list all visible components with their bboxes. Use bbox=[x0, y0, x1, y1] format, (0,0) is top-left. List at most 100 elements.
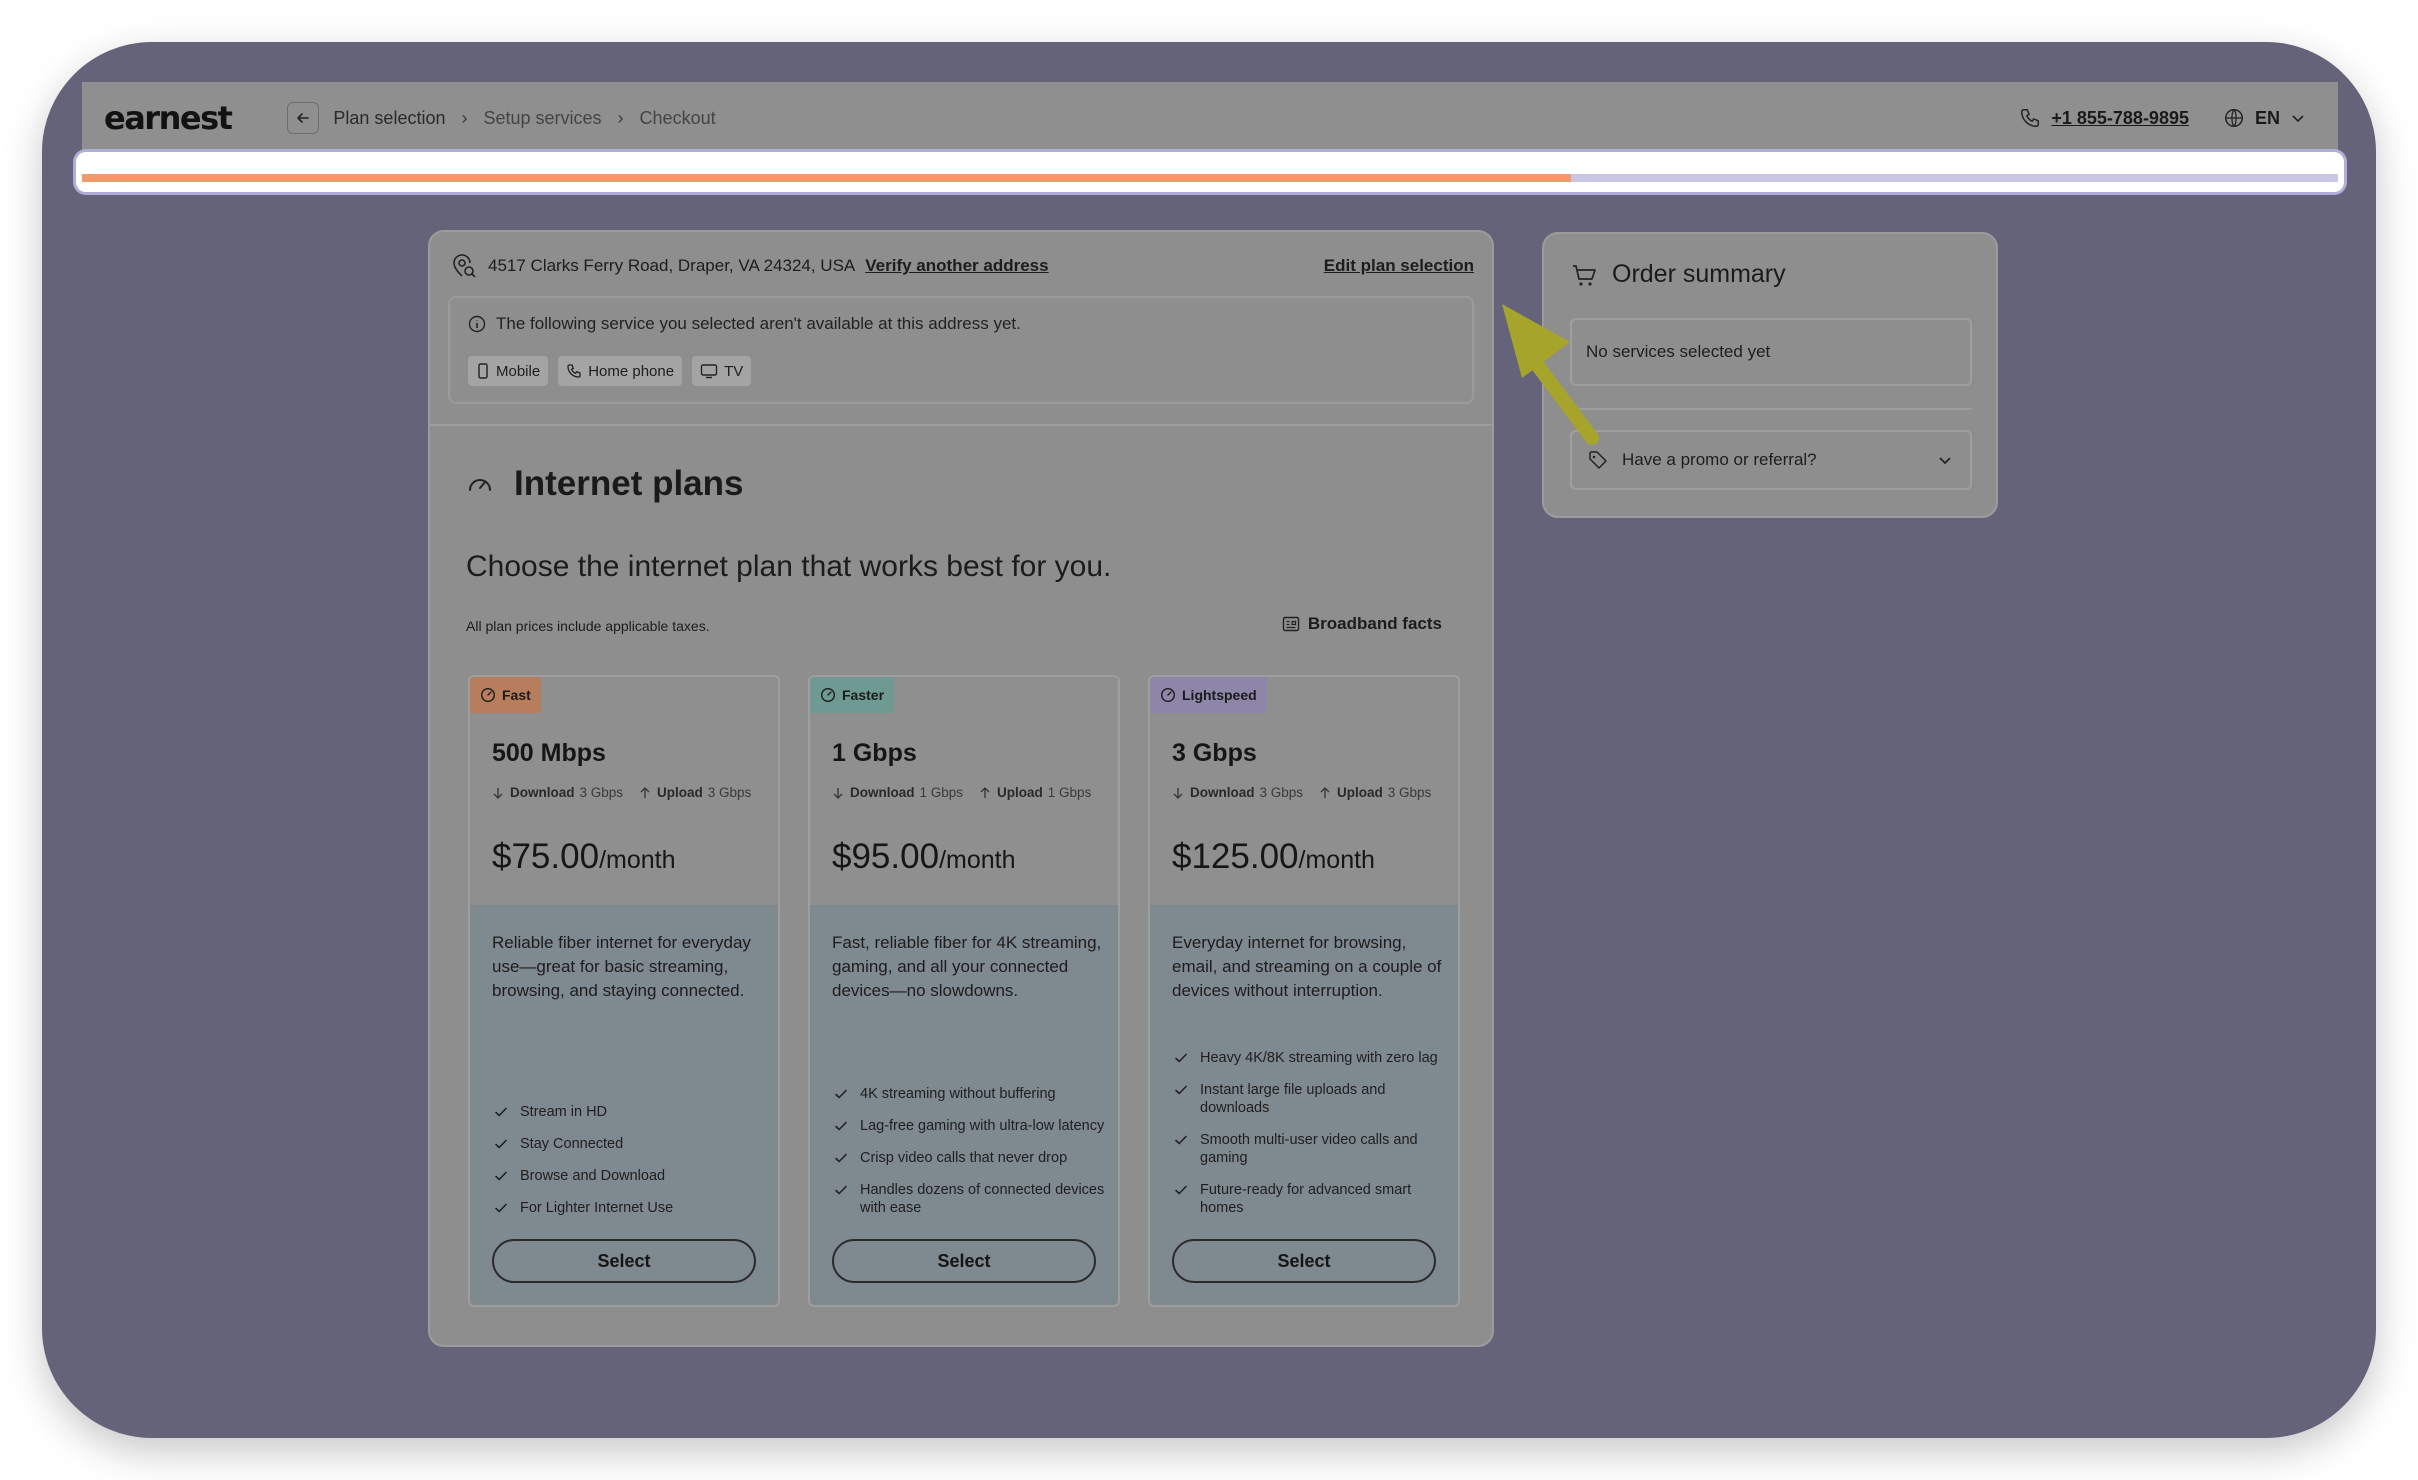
plan-speed: 3 Gbps bbox=[1172, 739, 1257, 767]
empty-cart-message: No services selected yet bbox=[1570, 318, 1972, 386]
back-button[interactable] bbox=[287, 102, 320, 134]
check-icon bbox=[495, 1139, 507, 1149]
plan-speeds: Download 3 Gbps Upload 3 Gbps bbox=[1172, 785, 1431, 800]
feature-item: Future-ready for advanced smart homes bbox=[1172, 1181, 1450, 1217]
mobile-icon bbox=[478, 363, 488, 379]
download-label: Download bbox=[510, 785, 575, 800]
phone-link[interactable]: +1 855-788-9895 bbox=[2019, 107, 2189, 129]
address-text: 4517 Clarks Ferry Road, Draper, VA 24324… bbox=[488, 256, 856, 275]
verify-address-link[interactable]: Verify another address bbox=[865, 256, 1048, 276]
notice-message: The following service you selected aren'… bbox=[468, 314, 1021, 334]
broadband-facts-link[interactable]: Broadband facts bbox=[1282, 614, 1442, 634]
document-icon bbox=[1282, 616, 1300, 632]
home-phone-icon bbox=[567, 364, 581, 378]
upload-label: Upload bbox=[1337, 785, 1383, 800]
arrow-down-icon bbox=[1173, 787, 1183, 799]
check-icon bbox=[1175, 1185, 1187, 1195]
arrow-up-icon bbox=[1320, 786, 1330, 798]
check-icon bbox=[495, 1171, 507, 1181]
price-amount: $125.00 bbox=[1172, 837, 1299, 876]
plans-panel: 4517 Clarks Ferry Road, Draper, VA 24324… bbox=[428, 230, 1494, 1347]
check-icon bbox=[1175, 1085, 1187, 1095]
price-unit: /month bbox=[599, 846, 676, 874]
arrow-down-icon bbox=[493, 787, 503, 799]
upload-label: Upload bbox=[657, 785, 703, 800]
feature-text: Future-ready for advanced smart homes bbox=[1200, 1182, 1412, 1216]
summary-divider bbox=[1570, 408, 1972, 410]
feature-item: 4K streaming without buffering bbox=[832, 1085, 1110, 1103]
price-amount: $75.00 bbox=[492, 837, 600, 876]
download-value: 3 Gbps bbox=[1259, 785, 1304, 800]
arrow-left-icon bbox=[297, 113, 310, 123]
check-icon bbox=[1175, 1053, 1187, 1063]
header-actions: +1 855-788-9895 EN bbox=[2019, 107, 2316, 129]
select-plan-button[interactable]: Select bbox=[1172, 1239, 1436, 1283]
upload-value: 3 Gbps bbox=[1387, 785, 1432, 800]
language-selector[interactable]: EN bbox=[2223, 107, 2306, 129]
chip-label: Mobile bbox=[496, 362, 541, 380]
plan-badge-label: Lightspeed bbox=[1182, 687, 1257, 703]
plan-description: Fast, reliable fiber for 4K streaming, g… bbox=[832, 933, 1102, 1000]
chevron-right-icon: › bbox=[461, 107, 468, 128]
tv-icon bbox=[700, 364, 718, 379]
chevron-right-icon: › bbox=[617, 107, 624, 128]
check-icon bbox=[835, 1185, 847, 1195]
plan-price: $95.00 /month bbox=[832, 837, 1016, 877]
feature-item: For Lighter Internet Use bbox=[492, 1199, 770, 1217]
arrow-down-icon bbox=[833, 787, 843, 799]
breadcrumb-setup-services[interactable]: Setup services bbox=[483, 108, 601, 129]
plan-features: Heavy 4K/8K streaming with zero lag Inst… bbox=[1172, 1035, 1450, 1217]
logo[interactable]: earnest bbox=[104, 99, 233, 137]
download-value: 1 Gbps bbox=[919, 785, 964, 800]
availability-notice: The following service you selected aren'… bbox=[448, 296, 1474, 404]
feature-item: Stream in HD bbox=[492, 1103, 770, 1121]
upload-value: 3 Gbps bbox=[707, 785, 752, 800]
plan-card[interactable]: Fast 500 Mbps Download 3 Gbps Upload 3 G… bbox=[468, 675, 780, 1307]
check-icon bbox=[835, 1153, 847, 1163]
plan-badge: Lightspeed bbox=[1150, 677, 1267, 713]
speed-icon bbox=[480, 687, 496, 703]
chevron-down-icon bbox=[1939, 457, 1951, 465]
plan-badge-label: Faster bbox=[842, 687, 885, 703]
feature-item: Lag-free gaming with ultra-low latency bbox=[832, 1117, 1110, 1135]
feature-text: Heavy 4K/8K streaming with zero lag bbox=[1200, 1050, 1438, 1066]
plan-card[interactable]: Faster 1 Gbps Download 1 Gbps Upload 1 G… bbox=[808, 675, 1120, 1307]
feature-text: For Lighter Internet Use bbox=[520, 1200, 674, 1216]
plan-features: Stream in HD Stay Connected Browse and D… bbox=[492, 1089, 770, 1217]
section-title: Internet plans bbox=[466, 464, 743, 504]
price-amount: $95.00 bbox=[832, 837, 940, 876]
check-icon bbox=[835, 1121, 847, 1131]
breadcrumb-checkout[interactable]: Checkout bbox=[640, 108, 716, 129]
price-unit: /month bbox=[1298, 846, 1375, 874]
feature-item: Heavy 4K/8K streaming with zero lag bbox=[1172, 1049, 1450, 1067]
feature-text: Instant large file uploads and downloads bbox=[1200, 1082, 1386, 1116]
plan-description: Reliable fiber internet for everyday use… bbox=[492, 933, 751, 1000]
promo-dropdown[interactable]: Have a promo or referral? bbox=[1570, 430, 1972, 490]
order-summary-title: Order summary bbox=[1570, 260, 1786, 289]
plan-badge: Fast bbox=[470, 677, 541, 713]
annotation-arrow bbox=[1502, 304, 1599, 445]
plan-description: Everyday internet for browsing, email, a… bbox=[1172, 933, 1442, 1000]
progress-bar bbox=[82, 174, 2338, 182]
feature-text: Handles dozens of connected devices with… bbox=[860, 1182, 1105, 1216]
globe-icon bbox=[2225, 109, 2243, 127]
select-plan-button[interactable]: Select bbox=[832, 1239, 1096, 1283]
feature-item: Smooth multi-user video calls and gaming bbox=[1172, 1131, 1450, 1167]
plan-features: 4K streaming without buffering Lag-free … bbox=[832, 1071, 1110, 1217]
section-subtitle: Choose the internet plan that works best… bbox=[466, 550, 1112, 583]
chip-label: TV bbox=[724, 362, 744, 380]
info-icon bbox=[468, 315, 486, 333]
plan-card[interactable]: Lightspeed 3 Gbps Download 3 Gbps Upload… bbox=[1148, 675, 1460, 1307]
plan-speeds: Download 1 Gbps Upload 1 Gbps bbox=[832, 785, 1091, 800]
check-icon bbox=[1175, 1135, 1187, 1145]
promo-label: Have a promo or referral? bbox=[1622, 450, 1817, 469]
select-plan-button[interactable]: Select bbox=[492, 1239, 756, 1283]
screenshot-frame: earnest Plan selection › Setup services … bbox=[42, 42, 2376, 1438]
feature-text: Crisp video calls that never drop bbox=[860, 1150, 1068, 1166]
breadcrumb-plan-selection[interactable]: Plan selection bbox=[333, 108, 445, 129]
language-label: EN bbox=[2254, 107, 2280, 128]
feature-text: Stream in HD bbox=[520, 1104, 608, 1120]
download-value: 3 Gbps bbox=[579, 785, 624, 800]
arrow-up-icon bbox=[980, 786, 990, 798]
edit-plan-selection-link[interactable]: Edit plan selection bbox=[1324, 256, 1474, 276]
